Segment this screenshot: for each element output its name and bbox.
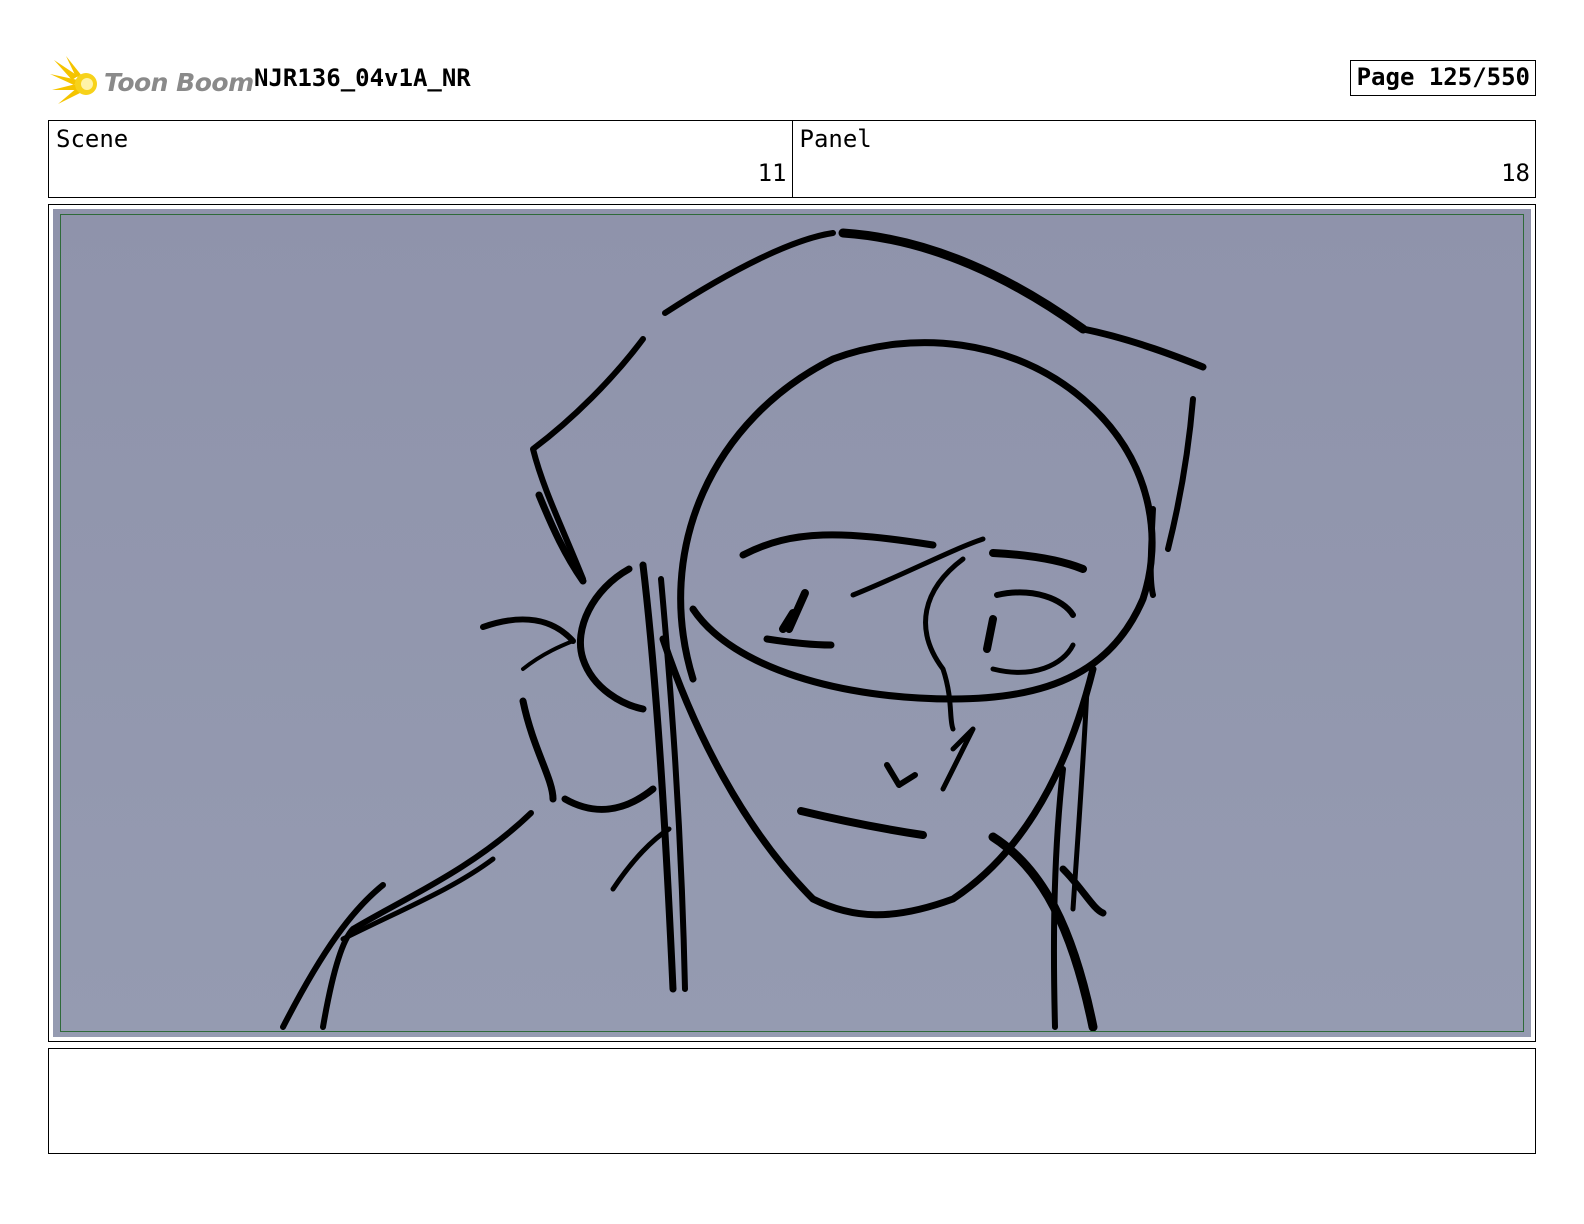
logo-wordmark: Toon Boom xyxy=(104,68,254,97)
safe-area-frame xyxy=(60,214,1524,1032)
page-header: Toon Boom NJR136_04v1A_NR Page 125/550 xyxy=(48,50,1536,110)
panel-label: Panel xyxy=(799,125,872,153)
scene-cell: Scene 11 xyxy=(49,121,792,197)
scene-value: 11 xyxy=(757,159,787,187)
toon-boom-logo: Toon Boom xyxy=(48,54,254,110)
scene-panel-info: Scene 11 Panel 18 xyxy=(48,120,1536,198)
document-title: NJR136_04v1A_NR xyxy=(254,64,471,92)
storyboard-drawing xyxy=(53,209,1531,1037)
storyboard-panel-frame xyxy=(48,204,1536,1042)
starburst-icon xyxy=(50,56,97,104)
panel-notes-box xyxy=(48,1048,1536,1154)
panel-cell: Panel 18 xyxy=(791,121,1536,197)
page-number-box: Page 125/550 xyxy=(1349,60,1536,96)
scene-label: Scene xyxy=(56,125,129,153)
panel-value: 18 xyxy=(1501,159,1530,187)
